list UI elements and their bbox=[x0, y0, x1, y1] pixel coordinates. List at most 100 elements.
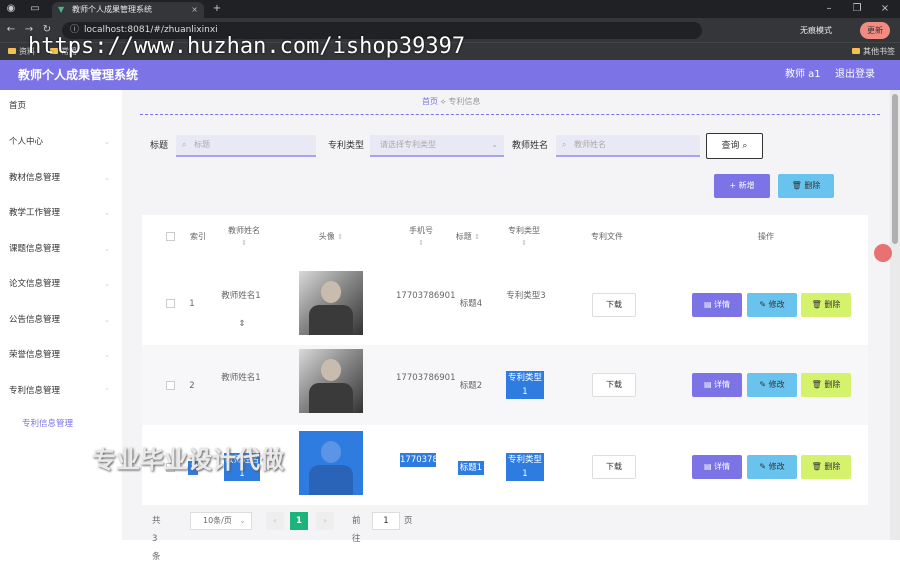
select-all-checkbox[interactable] bbox=[166, 232, 175, 241]
download-button[interactable]: 下载 bbox=[592, 293, 636, 317]
detail-button[interactable]: ▤ 详情 bbox=[692, 293, 742, 317]
trash-icon: 🗑 bbox=[791, 181, 805, 190]
row-title: 标题4 bbox=[459, 299, 483, 309]
sidebar-item-textbooks[interactable]: 教材信息管理 ⌄ bbox=[0, 168, 122, 188]
chevron-down-icon: ⌄ bbox=[491, 140, 498, 149]
sort-icon[interactable]: ⇕ bbox=[474, 233, 480, 241]
chevron-down-icon: ⌄ bbox=[104, 351, 110, 359]
sidebar-item-projects[interactable]: 课题信息管理 ⌄ bbox=[0, 239, 122, 259]
current-page[interactable]: 1 bbox=[290, 512, 308, 530]
doc-icon: ▤ bbox=[703, 462, 715, 471]
teacher-name-input[interactable]: ⌕ 教师姓名 bbox=[556, 135, 700, 157]
close-window-icon[interactable]: × bbox=[874, 0, 896, 18]
avatar-image bbox=[299, 349, 363, 413]
column-header-title[interactable]: 标题 ⇕ bbox=[448, 231, 488, 243]
delete-button[interactable]: 🗑 删除 bbox=[801, 293, 851, 317]
logout-link[interactable]: 退出登录 bbox=[835, 60, 875, 90]
delete-button[interactable]: 🗑 删除 bbox=[801, 373, 851, 397]
row-phone: 17703786901 bbox=[396, 291, 456, 301]
cursor-indicator bbox=[874, 244, 892, 262]
sidebar-item-home[interactable]: 首页 bbox=[0, 96, 122, 116]
goto-page-input[interactable]: 1 bbox=[372, 512, 400, 530]
sort-icon[interactable]: ⇕ bbox=[337, 233, 343, 241]
sort-icon: ⇕ bbox=[238, 319, 246, 329]
tab-overview-icon[interactable]: ▭ bbox=[24, 0, 46, 18]
row-checkbox[interactable] bbox=[166, 381, 175, 390]
edit-button[interactable]: ✎ 修改 bbox=[747, 455, 797, 479]
edit-button[interactable]: ✎ 修改 bbox=[747, 373, 797, 397]
teacher-name-label: 教师姓名 bbox=[512, 141, 549, 151]
prev-page-button[interactable]: ‹ bbox=[266, 512, 284, 530]
sidebar-item-teaching[interactable]: 教学工作管理 ⌄ bbox=[0, 203, 122, 223]
column-header-patent-type[interactable]: 专利类型 ⇕ bbox=[496, 225, 552, 249]
detail-button[interactable]: ▤ 详情 bbox=[692, 373, 742, 397]
query-button[interactable]: 查询 ⌕ bbox=[706, 133, 763, 159]
app-header: 教师个人成果管理系统 教师 a1 退出登录 bbox=[0, 60, 900, 90]
chevron-down-icon: ⌄ bbox=[104, 138, 110, 146]
browser-tab-active[interactable]: ▼ 教师个人成果管理系统 × bbox=[52, 2, 204, 18]
row-phone: 17703786901 bbox=[400, 453, 460, 467]
goto-label: 前往 bbox=[352, 516, 361, 544]
pencil-icon: ✎ bbox=[759, 462, 769, 471]
restore-icon[interactable]: ❐ bbox=[846, 0, 868, 18]
sidebar-item-patents[interactable]: 专利信息管理 ⌃ bbox=[0, 381, 122, 401]
watermark-url: https://www.huzhan.com/ishop39397 bbox=[28, 34, 466, 59]
sort-icon[interactable]: ⇕ bbox=[521, 239, 527, 247]
browser-tab-bar: ◉ ▭ ▼ 教师个人成果管理系统 × + – ❐ × bbox=[0, 0, 900, 18]
breadcrumb-current: 专利信息 bbox=[448, 97, 481, 106]
other-bookmarks[interactable]: 其他书签 bbox=[852, 43, 895, 61]
page-suffix: 页 bbox=[404, 516, 413, 526]
download-button[interactable]: 下载 bbox=[592, 455, 636, 479]
column-header-index: 索引 bbox=[190, 232, 206, 241]
detail-button[interactable]: ▤ 详情 bbox=[692, 455, 742, 479]
sidebar-item-personal-center[interactable]: 个人中心 ⌄ bbox=[0, 132, 122, 152]
sidebar-item-papers[interactable]: 论文信息管理 ⌄ bbox=[0, 274, 122, 294]
column-header-avatar[interactable]: 头像 ⇕ bbox=[306, 231, 356, 243]
sidebar-item-notices[interactable]: 公告信息管理 ⌄ bbox=[0, 310, 122, 330]
edit-button[interactable]: ✎ 修改 bbox=[747, 293, 797, 317]
scrollbar[interactable] bbox=[890, 90, 900, 540]
download-button[interactable]: 下载 bbox=[592, 373, 636, 397]
minimize-icon[interactable]: – bbox=[818, 0, 840, 18]
search-icon: ⌕ bbox=[742, 141, 748, 151]
sort-icon[interactable]: ⇕ bbox=[418, 239, 424, 247]
column-header-phone[interactable]: 手机号 ⇕ bbox=[396, 225, 446, 249]
table-row: 2 教师姓名1 17703786901 标题2 专利类型1 下载 ▤ 详情 ✎ … bbox=[142, 345, 868, 425]
bulk-delete-button[interactable]: 🗑 删除 bbox=[778, 174, 834, 198]
chevron-down-icon: ⌄ bbox=[104, 245, 110, 253]
row-patent-type: 专利类型1 bbox=[506, 371, 544, 399]
incognito-label[interactable]: 无痕模式 bbox=[800, 22, 832, 39]
doc-icon: ▤ bbox=[703, 380, 715, 389]
next-page-button[interactable]: › bbox=[316, 512, 334, 530]
row-index: 2 bbox=[189, 381, 195, 391]
patent-type-select[interactable]: 请选择专利类型 ⌄ bbox=[370, 135, 504, 157]
add-button[interactable]: + 新增 bbox=[714, 174, 770, 198]
breadcrumb-home[interactable]: 首页 bbox=[422, 97, 438, 106]
folder-icon bbox=[8, 48, 16, 54]
close-tab-icon[interactable]: × bbox=[191, 2, 198, 18]
browser-icon[interactable]: ◉ bbox=[0, 0, 22, 18]
new-tab-icon[interactable]: + bbox=[206, 0, 228, 18]
row-checkbox[interactable] bbox=[166, 299, 175, 308]
row-patent-type: 专利类型3 bbox=[506, 291, 546, 301]
vue-logo-icon: ▼ bbox=[58, 5, 65, 14]
chevron-down-icon: ⌄ bbox=[104, 174, 110, 182]
overlay-ad-text: 专业毕业设计代做 bbox=[92, 446, 284, 474]
sidebar-item-honors[interactable]: 荣誉信息管理 ⌄ bbox=[0, 345, 122, 365]
scrollbar-thumb[interactable] bbox=[892, 94, 898, 244]
row-patent-type: 专利类型1 bbox=[506, 453, 544, 481]
sidebar-subitem-patents[interactable]: 专利信息管理 bbox=[0, 414, 122, 434]
breadcrumb: 首页 ⟡ 专利信息 bbox=[422, 96, 480, 107]
delete-button[interactable]: 🗑 删除 bbox=[801, 455, 851, 479]
column-header-teacher[interactable]: 教师姓名 ⇕ bbox=[216, 225, 272, 249]
folder-icon bbox=[852, 48, 860, 54]
row-teacher: 教师姓名1 bbox=[221, 373, 261, 383]
avatar-image bbox=[299, 271, 363, 335]
sort-icon[interactable]: ⇕ bbox=[241, 239, 247, 247]
search-icon: ⌕ bbox=[562, 140, 567, 149]
divider bbox=[140, 114, 880, 115]
title-search-input[interactable]: ⌕ 标题 bbox=[176, 135, 316, 157]
column-header-actions: 操作 bbox=[758, 232, 774, 241]
page-size-select[interactable]: 10条/页 ⌄ bbox=[190, 512, 252, 530]
update-button[interactable]: 更新 bbox=[860, 22, 890, 39]
